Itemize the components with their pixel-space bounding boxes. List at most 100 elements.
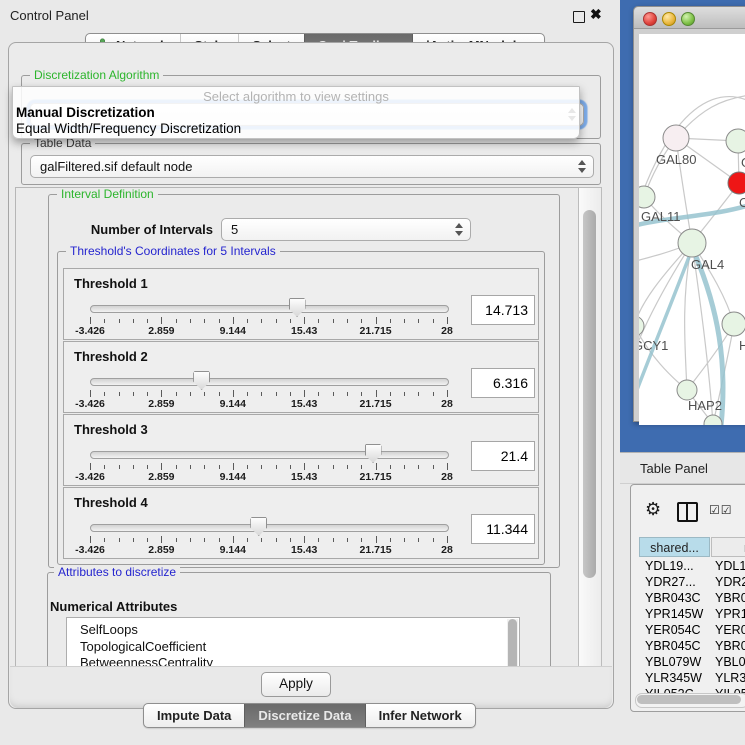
network-graph: GAL80GACGAL11GAL4GCY1HHAP2 bbox=[639, 34, 745, 425]
control-panel-titlebar: Control Panel ✖ bbox=[0, 0, 620, 30]
cell-name: YDR27 bbox=[711, 574, 745, 590]
bottom-tab-infer-network[interactable]: Infer Network bbox=[365, 704, 475, 727]
minimize-button[interactable] bbox=[662, 12, 676, 26]
scale-tick-label: 2.859 bbox=[148, 398, 174, 410]
node-label: GAL80 bbox=[656, 152, 696, 167]
number-of-intervals-combobox[interactable]: 5 bbox=[221, 218, 471, 241]
float-panel-icon[interactable] bbox=[573, 11, 585, 23]
slider-thumb[interactable] bbox=[365, 444, 382, 463]
node-label: HAP2 bbox=[688, 398, 722, 413]
scale-tick-label: 2.859 bbox=[148, 471, 174, 483]
network-node-h[interactable] bbox=[722, 312, 745, 336]
scale-tick-label: 21.715 bbox=[360, 471, 392, 483]
attribute-list-item[interactable]: SelfLoops bbox=[67, 622, 519, 639]
slider-track[interactable] bbox=[90, 305, 449, 313]
table-data-combobox[interactable]: galFiltered.sif default node bbox=[30, 155, 594, 178]
scale-tick-label: -3.426 bbox=[75, 471, 105, 483]
algorithm-dropdown-popup: Select algorithm to view settings Manual… bbox=[12, 86, 580, 139]
slider-thumb[interactable] bbox=[250, 517, 267, 536]
threshold-value-box[interactable]: 21.4 bbox=[471, 441, 535, 471]
slider-thumb[interactable] bbox=[193, 371, 210, 390]
table-row[interactable]: YER054CYER054C bbox=[639, 622, 745, 638]
cell-shared-name: YBR045C bbox=[639, 638, 711, 654]
column-header-shared-name[interactable]: shared... bbox=[639, 537, 710, 557]
cell-name: YBL079W bbox=[711, 654, 745, 670]
cell-name: YDL19 bbox=[711, 558, 745, 574]
slider-track[interactable] bbox=[90, 451, 449, 459]
network-node-gal11[interactable] bbox=[639, 186, 655, 208]
table-row[interactable]: YBL079WYBL079W bbox=[639, 654, 745, 670]
table-row[interactable]: YDL19...YDL19 bbox=[639, 558, 745, 574]
list-scrollbar[interactable] bbox=[507, 619, 518, 668]
cell-shared-name: YPR145W bbox=[639, 606, 711, 622]
table-row[interactable]: YPR145WYPR145W bbox=[639, 606, 745, 622]
scale-tick-label: 28 bbox=[441, 398, 453, 410]
network-node-gal80[interactable] bbox=[663, 125, 689, 151]
network-canvas[interactable]: GAL80GACGAL11GAL4GCY1HHAP2 bbox=[639, 34, 745, 425]
column-header-name[interactable]: na bbox=[711, 537, 745, 557]
scale-tick-label: 15.43 bbox=[291, 471, 317, 483]
numerical-attributes-list[interactable]: SelfLoopsTopologicalCoefficientBetweenne… bbox=[66, 617, 520, 668]
algorithm-item-equal-width[interactable]: Equal Width/Frequency Discretization bbox=[16, 121, 241, 136]
bottom-tab-impute-data[interactable]: Impute Data bbox=[144, 704, 244, 727]
algorithm-prompt-item[interactable]: Select algorithm to view settings bbox=[13, 89, 579, 104]
slider-track[interactable] bbox=[90, 524, 449, 532]
node-label: GA bbox=[741, 155, 745, 170]
slider-thumb[interactable] bbox=[289, 298, 306, 317]
threshold-slider[interactable]: -3.4262.8599.14415.4321.71528 bbox=[90, 372, 450, 410]
threshold-value-box[interactable]: 6.316 bbox=[471, 368, 535, 398]
interval-definition-label: Interval Definition bbox=[57, 187, 158, 201]
network-node-gcy1[interactable] bbox=[639, 316, 644, 336]
scale-tick-label: -3.426 bbox=[75, 398, 105, 410]
panel-vertical-scrollbar[interactable] bbox=[578, 187, 602, 668]
scrollbar-thumb[interactable] bbox=[637, 695, 741, 704]
column-layout-icon[interactable] bbox=[677, 502, 698, 522]
cell-name: YER054C bbox=[711, 622, 745, 638]
attribute-list-item[interactable]: TopologicalCoefficient bbox=[67, 639, 519, 656]
attributes-group-label: Attributes to discretize bbox=[54, 565, 180, 579]
cell-shared-name: YBL079W bbox=[639, 654, 711, 670]
zoom-button[interactable] bbox=[681, 12, 695, 26]
network-view-panel: GAL80GACGAL11GAL4GCY1HHAP2 bbox=[620, 0, 745, 452]
slider-track[interactable] bbox=[90, 378, 449, 386]
settings-scroll-viewport: Interval Definition Number of Intervals … bbox=[15, 187, 579, 668]
threshold-slider[interactable]: -3.4262.8599.14415.4321.71528 bbox=[90, 445, 450, 483]
scale-tick-label: 28 bbox=[441, 471, 453, 483]
threshold-value-box[interactable]: 11.344 bbox=[471, 514, 535, 544]
threshold-label: Threshold 1 bbox=[74, 276, 148, 291]
table-row[interactable]: YBR045CYBR045C bbox=[639, 638, 745, 654]
node-label: GCY1 bbox=[639, 338, 668, 353]
scale-tick-label: 21.715 bbox=[360, 325, 392, 337]
node-label: GAL4 bbox=[691, 257, 724, 272]
threshold-slider[interactable]: -3.4262.8599.14415.4321.71528 bbox=[90, 299, 450, 337]
table-horizontal-scrollbar[interactable] bbox=[635, 693, 745, 708]
table-data-selected: galFiltered.sif default node bbox=[40, 159, 192, 174]
network-node-gal4[interactable] bbox=[678, 229, 706, 257]
table-row[interactable]: YBR043CYBR043C bbox=[639, 590, 745, 606]
network-node-ga[interactable] bbox=[726, 129, 745, 153]
algorithm-group-label: Discretization Algorithm bbox=[30, 68, 163, 82]
checked-checkbox-icons[interactable]: ☑☑ bbox=[709, 503, 733, 517]
table-data-group: Table Data galFiltered.sif default node bbox=[21, 143, 601, 185]
close-panel-icon[interactable]: ✖ bbox=[590, 6, 602, 23]
scrollbar-thumb[interactable] bbox=[583, 210, 596, 578]
apply-button[interactable]: Apply bbox=[261, 672, 331, 697]
threshold-label: Threshold 4 bbox=[74, 495, 148, 510]
settings-gear-icon[interactable]: ⚙ bbox=[645, 500, 661, 518]
table-row[interactable]: YDR27...YDR27 bbox=[639, 574, 745, 590]
network-node-hap2[interactable] bbox=[677, 380, 697, 400]
node-table-rows: YDL19...YDL19YDR27...YDR27YBR043CYBR043C… bbox=[639, 558, 745, 702]
tab-label: Impute Data bbox=[157, 708, 231, 723]
threshold-slider[interactable]: -3.4262.8599.14415.4321.71528 bbox=[90, 518, 450, 556]
algorithm-item-manual[interactable]: Manual Discretization bbox=[16, 105, 155, 120]
cell-shared-name: YLR345W bbox=[639, 670, 711, 686]
cell-name: YPR145W bbox=[711, 606, 745, 622]
threshold-value-box[interactable]: 14.713 bbox=[471, 295, 535, 325]
tab-label: Discretize Data bbox=[258, 708, 351, 723]
bottom-tab-discretize-data[interactable]: Discretize Data bbox=[244, 704, 364, 727]
network-node-c[interactable] bbox=[728, 172, 745, 194]
close-button[interactable] bbox=[643, 12, 657, 26]
table-row[interactable]: YLR345WYLR345W bbox=[639, 670, 745, 686]
scale-tick-label: -3.426 bbox=[75, 544, 105, 556]
network-window-titlebar[interactable] bbox=[634, 7, 745, 29]
